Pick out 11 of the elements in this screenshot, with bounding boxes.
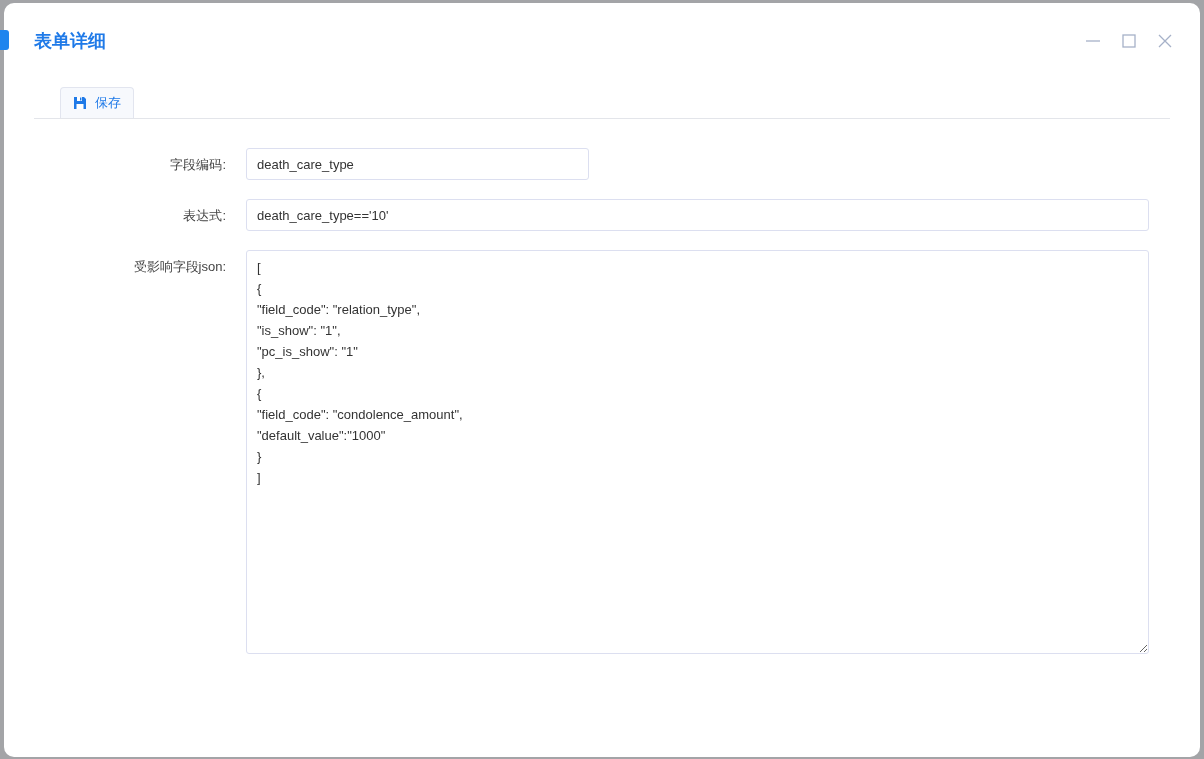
input-field[interactable]: death_care_type=='10' <box>246 199 1149 231</box>
save-button[interactable]: 保存 <box>60 87 134 118</box>
field-label: 受影响字段json: <box>132 258 226 276</box>
dialog-title: 表单详细 <box>34 30 106 53</box>
field-label: 字段编码: <box>169 156 226 174</box>
accent-bar <box>0 30 9 50</box>
input-field[interactable]: death_care_type <box>246 148 589 180</box>
field-label: 表达式: <box>182 207 226 225</box>
maximize-icon[interactable] <box>1121 33 1137 49</box>
json-textarea[interactable]: [ { "field_code": "relation_type", "is_show": "1", "pc_is_show": "1" }, { "field_code": "condolence_amount", "default_value":"1000" } ] <box>246 250 1149 654</box>
close-icon[interactable] <box>1157 33 1173 49</box>
